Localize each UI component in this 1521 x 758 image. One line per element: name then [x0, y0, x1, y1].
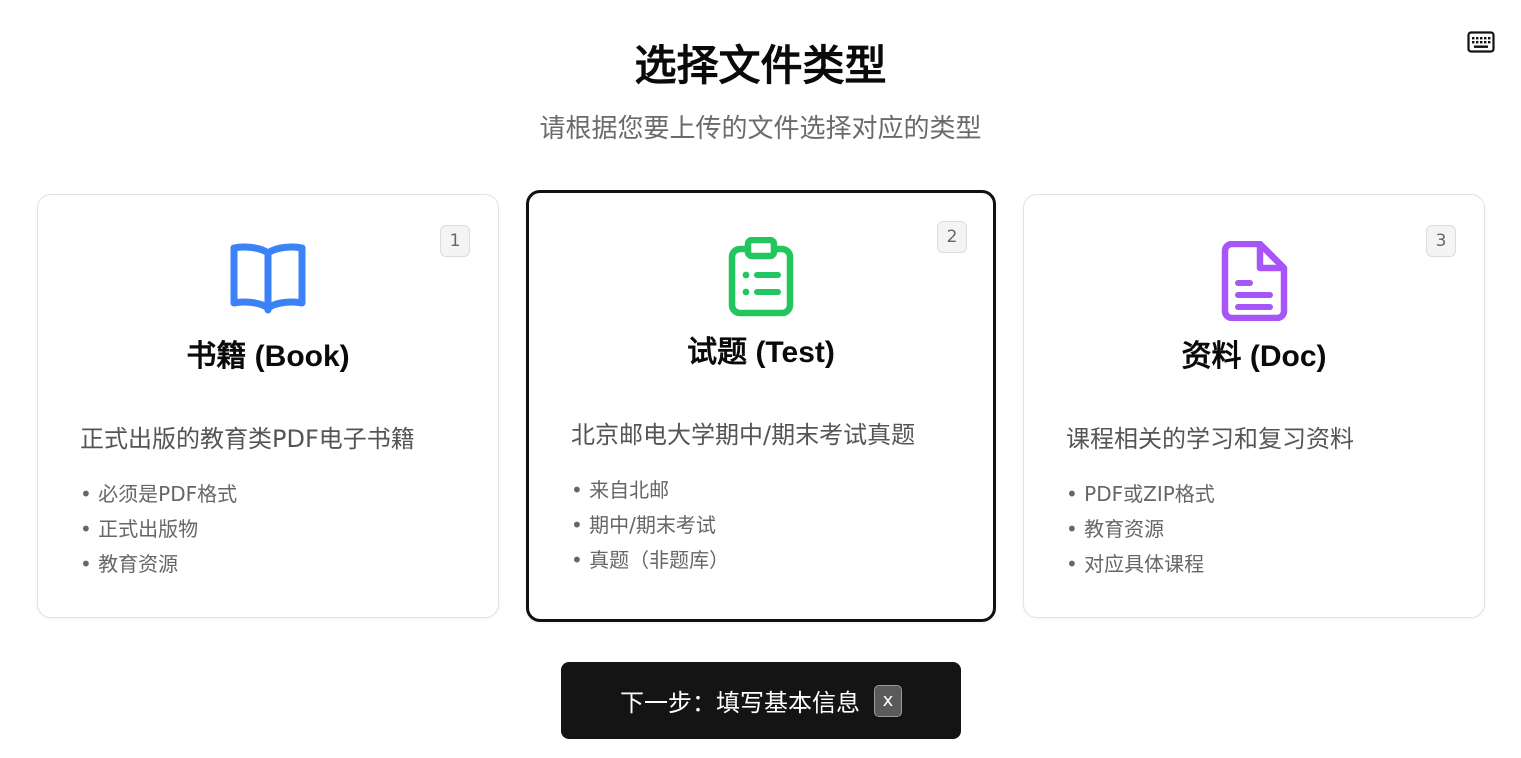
card-book[interactable]: 1 书籍 (Book) 正式出版的教育类PDF电子书籍 必须是PDF格式 正式出…	[37, 194, 499, 618]
page-title: 选择文件类型	[634, 41, 887, 90]
card-title: 资料 (Doc)	[1181, 340, 1327, 373]
file-type-selection-page: 选择文件类型 请根据您要上传的文件选择对应的类型 1 书籍 (Book) 正式出…	[0, 0, 1521, 758]
card-description: 课程相关的学习和复习资料	[1066, 425, 1354, 453]
feature-item: 教育资源	[80, 547, 468, 582]
feature-item: 真题（非题库）	[571, 543, 963, 578]
card-title: 试题 (Test)	[687, 336, 835, 369]
feature-item: 正式出版物	[80, 512, 468, 547]
feature-item: PDF或ZIP格式	[1066, 477, 1454, 512]
feature-item: 期中/期末考试	[571, 508, 963, 543]
page-subtitle: 请根据您要上传的文件选择对应的类型	[539, 114, 982, 144]
card-description: 北京邮电大学期中/期末考试真题	[571, 421, 916, 449]
feature-item: 对应具体课程	[1066, 547, 1454, 582]
card-description: 正式出版的教育类PDF电子书籍	[80, 425, 415, 453]
file-text-icon	[1221, 241, 1288, 321]
book-open-icon	[230, 243, 306, 314]
feature-list: 来自北邮 期中/期末考试 真题（非题库）	[571, 473, 963, 578]
card-title: 书籍 (Book)	[186, 340, 350, 373]
feature-item: 教育资源	[1066, 512, 1454, 547]
card-doc[interactable]: 3 资料 (Doc) 课程相关的学习和复习资料 PDF或ZIP格式 教育资源 对…	[1023, 194, 1485, 618]
feature-item: 来自北邮	[571, 473, 963, 508]
feature-item: 必须是PDF格式	[80, 477, 468, 512]
next-step-label: 下一步：填写基本信息	[620, 689, 860, 717]
clipboard-list-icon	[728, 237, 794, 317]
feature-list: 必须是PDF格式 正式出版物 教育资源	[80, 477, 468, 582]
next-step-button[interactable]: 下一步：填写基本信息 x	[561, 662, 961, 739]
card-test[interactable]: 2 试题 (Test) 北京邮电大学期中/期末考试真题 来自北邮 期中/期末考试…	[526, 190, 996, 622]
feature-list: PDF或ZIP格式 教育资源 对应具体课程	[1066, 477, 1454, 582]
shortcut-key-badge: x	[874, 684, 902, 717]
